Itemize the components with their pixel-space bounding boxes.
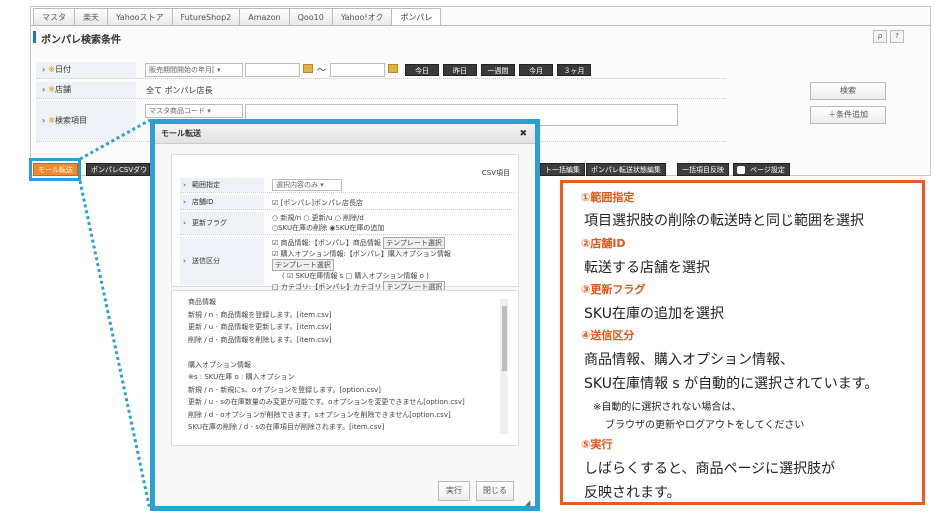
step1-text: 項目選択肢の削除の転送時と同じ範囲を選択 (584, 213, 864, 229)
close-icon[interactable]: ✖ (519, 129, 527, 139)
send-type-label: › 送信区分 (180, 237, 264, 285)
step5-heading: ⑤実行 (581, 438, 613, 451)
step2-text: 転送する店舗を選択 (584, 260, 710, 276)
step4-note-2: ブラウザの更新やログアウトをしてください (605, 420, 805, 431)
step5-text-2: 反映されます。 (584, 485, 681, 501)
step2-heading: ②店舗ID (581, 237, 626, 250)
instruction-callout: ①範囲指定 項目選択肢の削除の転送時と同じ範囲を選択 ②店舗ID 転送する店舗を… (560, 180, 925, 505)
mall-transfer-modal: モール転送 ✖ CSV項目 › 範囲指定 選択内容のみ ▾ › 店舗ID ☑ [ポン… (150, 119, 540, 511)
template-select-button[interactable]: テンプレート選択 (383, 237, 445, 249)
step4-text-1: 商品情報、購入オプション情報、 (584, 352, 794, 368)
step5-text-1: しばらくすると、商品ページに選択肢が (584, 461, 836, 477)
step3-text: SKU在庫の追加を選択 (584, 306, 724, 322)
step4-note-1: ※自動的に選択されない場合は、 (593, 402, 742, 413)
step4-heading: ④送信区分 (581, 329, 635, 342)
run-button[interactable]: 実行 (438, 481, 470, 501)
modal-options-panel: CSV項目 › 範囲指定 選択内容のみ ▾ › 店舗ID ☑ [ポンパレ]ポンパレ店… (171, 154, 519, 293)
scroll-thumb[interactable] (502, 306, 507, 371)
close-button[interactable]: 閉じる (476, 481, 514, 501)
step3-heading: ③更新フラグ (581, 283, 646, 296)
resize-handle[interactable]: ◢ (525, 499, 530, 507)
send-type-options[interactable]: ☑ 商品情報:【ポンパレ】商品情報 テンプレート選択 ☑ 購入オプション情報:【… (272, 237, 451, 293)
template-select-button[interactable]: テンプレート選択 (272, 259, 334, 271)
range-select[interactable]: 選択内容のみ ▾ (272, 179, 342, 191)
step4-text-2: SKU在庫情報 s が自動的に選択されています。 (584, 376, 879, 392)
modal-title: モール転送 (155, 124, 535, 144)
update-flag-radios[interactable]: ○ 新規/n ○ 更新/u ○ 削除/d ○SKU在庫の削除 ◉SKU在庫の追加 (272, 213, 384, 233)
transfer-description-text: 商品情報 新規 / n - 商品情報を登録します。[item.csv] 更新 /… (171, 290, 519, 446)
shop-id-checkbox[interactable]: ☑ [ポンパレ]ポンパレ店長店 (272, 198, 363, 208)
range-row (180, 178, 514, 193)
step1-heading: ①範囲指定 (581, 191, 635, 204)
csv-items-label: CSV項目 (481, 169, 510, 177)
